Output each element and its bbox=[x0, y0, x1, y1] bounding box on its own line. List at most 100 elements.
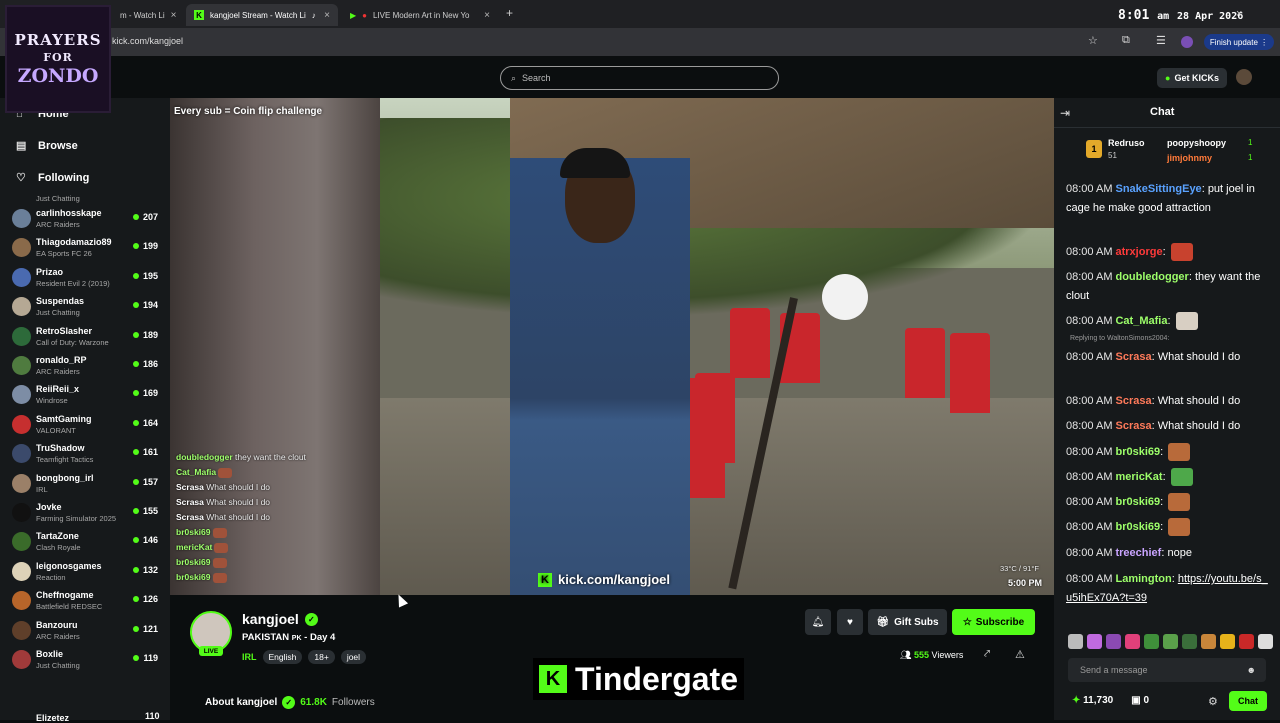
following-game: Farming Simulator 2025 bbox=[36, 514, 117, 523]
emote-icon[interactable] bbox=[1182, 634, 1197, 649]
report-icon[interactable]: ⚠ bbox=[1015, 648, 1025, 661]
gear-icon[interactable]: ⚙ bbox=[1208, 695, 1218, 708]
tag-chip[interactable]: 18+ bbox=[308, 650, 335, 664]
chat-timestamp: 08:00 AM bbox=[1066, 246, 1113, 258]
following-item[interactable]: carlinhosskape ARC Raiders 207 bbox=[12, 206, 162, 235]
follow-heart-button[interactable]: ♥ bbox=[837, 609, 863, 635]
avatar bbox=[12, 326, 31, 346]
profile-avatar[interactable] bbox=[1181, 36, 1193, 48]
chat-username[interactable]: br0ski69 bbox=[1115, 496, 1160, 508]
share-icon[interactable]: ⤤ bbox=[984, 648, 990, 661]
following-item[interactable]: ReiiReii_x Windrose 169 bbox=[12, 382, 162, 411]
chat-username[interactable]: br0ski69 bbox=[1115, 446, 1160, 458]
following-item[interactable]: Suspendas Just Chatting 194 bbox=[12, 294, 162, 323]
leader-name[interactable]: poopyshoopy bbox=[1167, 138, 1226, 148]
following-game: ARC Raiders bbox=[36, 220, 80, 229]
following-name: ReiiReii_x bbox=[36, 384, 80, 395]
new-tab-button[interactable]: + bbox=[506, 6, 513, 20]
followers-count: 61.8K bbox=[300, 697, 327, 708]
stream-title-flag: PK bbox=[291, 635, 302, 642]
chat-username[interactable]: SnakeSittingEye bbox=[1115, 183, 1201, 195]
streamer-name[interactable]: kangjoel ✓ bbox=[242, 611, 318, 627]
close-tab-icon[interactable]: × bbox=[484, 10, 490, 21]
browser-tab[interactable]: ▶ ● LIVE Modern Art in New Yo × bbox=[342, 4, 498, 26]
following-item[interactable]: leigonosgames Reaction 132 bbox=[12, 559, 162, 588]
emote-icon[interactable] bbox=[1220, 634, 1235, 649]
leader-name[interactable]: Redruso bbox=[1108, 138, 1145, 148]
close-tab-icon[interactable]: × bbox=[171, 10, 177, 21]
following-item[interactable]: TartaZone Clash Royale 146 bbox=[12, 529, 162, 558]
notification-bell-button[interactable]: 🔔︎ bbox=[805, 609, 831, 635]
following-viewers: 189 bbox=[133, 330, 158, 340]
tag-chip[interactable]: joel bbox=[340, 650, 367, 664]
chat-username[interactable]: mericKat bbox=[1115, 471, 1162, 483]
subscribe-button[interactable]: ☆ Subscribe bbox=[952, 609, 1035, 635]
extensions-icon[interactable]: ⧉ bbox=[1122, 34, 1130, 47]
following-item[interactable]: TruShadow Teamfight Tactics 161 bbox=[12, 441, 162, 470]
chat-message-input[interactable]: Send a message ☻ bbox=[1068, 658, 1266, 682]
emote-icon[interactable] bbox=[1201, 634, 1216, 649]
chat-username[interactable]: doubledogger bbox=[1115, 271, 1188, 283]
message-placeholder: Send a message bbox=[1080, 665, 1148, 675]
following-item[interactable]: ronaldo_RP ARC Raiders 186 bbox=[12, 353, 162, 382]
following-item[interactable]: bongbong_irl IRL 157 bbox=[12, 471, 162, 500]
bookmark-star-icon[interactable]: ☆ bbox=[1088, 34, 1098, 47]
speaker-icon[interactable]: ♪ bbox=[312, 11, 316, 20]
sub-points[interactable]: ▣ 0 bbox=[1131, 695, 1149, 706]
category-link[interactable]: IRL bbox=[242, 652, 257, 662]
emote-icon[interactable] bbox=[1144, 634, 1159, 649]
following-item[interactable]: Prizao Resident Evil 2 (2019) 195 bbox=[12, 265, 162, 294]
leader-name[interactable]: jimjohnmy bbox=[1167, 153, 1212, 163]
emote-icon[interactable] bbox=[1087, 634, 1102, 649]
finish-update-button[interactable]: Finish update ⋮ bbox=[1204, 34, 1274, 50]
following-item[interactable]: Banzouru ARC Raiders 121 bbox=[12, 618, 162, 647]
tag-chip[interactable]: English bbox=[262, 650, 303, 664]
emoji-icon[interactable]: ☻ bbox=[1247, 665, 1256, 675]
emote-icon[interactable] bbox=[1068, 634, 1083, 649]
clock: 8:01 am 28 Apr 2026 bbox=[1118, 8, 1243, 23]
chat-username[interactable]: Scrasa bbox=[1115, 395, 1151, 407]
chat-send-button[interactable]: Chat bbox=[1229, 691, 1267, 711]
kicks-points[interactable]: ✦ 11,730 bbox=[1072, 695, 1113, 706]
following-name: Prizao bbox=[36, 266, 64, 277]
sidebar-item-browse[interactable]: ▤ Browse bbox=[16, 139, 78, 153]
chat-username[interactable]: treechief bbox=[1115, 547, 1161, 559]
emote-icon[interactable] bbox=[1106, 634, 1121, 649]
user-avatar[interactable] bbox=[1236, 69, 1252, 85]
video-player[interactable]: Every sub = Coin flip challenge doubledo… bbox=[170, 98, 1054, 595]
chat-username[interactable]: Cat_Mafia bbox=[1115, 315, 1167, 327]
logo-line: ZONDO bbox=[17, 65, 99, 87]
sidebar-item-label: Following bbox=[38, 171, 90, 184]
avatar bbox=[12, 444, 31, 464]
stream-tags: IRL English 18+ joel bbox=[242, 650, 367, 664]
following-item[interactable]: Thiagodamazio89 EA Sports FC 26 199 bbox=[12, 235, 162, 264]
emote-icon[interactable] bbox=[1125, 634, 1140, 649]
emote-icon[interactable] bbox=[1258, 634, 1273, 649]
collapse-chat-icon[interactable]: ⇥ bbox=[1060, 106, 1070, 120]
search-input[interactable]: ⌕ Search bbox=[500, 66, 779, 90]
following-item[interactable]: Jovke Farming Simulator 2025 155 bbox=[12, 500, 162, 529]
following-item[interactable]: RetroSlasher Call of Duty: Warzone 189 bbox=[12, 324, 162, 353]
close-tab-icon[interactable]: × bbox=[324, 10, 330, 21]
url-field[interactable]: kick.com/kangjoel bbox=[112, 36, 183, 46]
browser-tab[interactable]: m - Watch Li × bbox=[112, 4, 184, 26]
window-close-icon[interactable]: × bbox=[1236, 8, 1242, 20]
following-item[interactable]: Boxlie Just Chatting 119 bbox=[12, 647, 162, 676]
avatar bbox=[12, 209, 31, 228]
chat-points: ✦ 11,730 ▣ 0 bbox=[1072, 695, 1149, 706]
emote-icon[interactable] bbox=[1239, 634, 1254, 649]
following-item[interactable]: Cheffnogame Battlefield REDSEC 126 bbox=[12, 588, 162, 617]
chat-username[interactable]: Scrasa bbox=[1115, 351, 1151, 363]
sidebar-item-following[interactable]: ♡ Following bbox=[16, 171, 90, 185]
gift-subs-button[interactable]: 🎁︎ Gift Subs bbox=[868, 609, 947, 635]
following-item[interactable]: SamtGaming VALORANT 164 bbox=[12, 412, 162, 441]
chat-username[interactable]: atrxjorge bbox=[1115, 246, 1162, 258]
tab-search-icon[interactable]: ☰ bbox=[1156, 34, 1166, 47]
browser-tab-active[interactable]: K kangjoel Stream - Watch Li ♪ × bbox=[186, 4, 338, 26]
get-kicks-button[interactable]: ● Get KICKs bbox=[1157, 68, 1227, 88]
overlay-chat-user: Cat_Mafia bbox=[176, 467, 217, 477]
chat-username[interactable]: Scrasa bbox=[1115, 420, 1151, 432]
chat-username[interactable]: br0ski69 bbox=[1115, 521, 1160, 533]
chat-username[interactable]: Lamington bbox=[1115, 573, 1171, 585]
emote-icon[interactable] bbox=[1163, 634, 1178, 649]
